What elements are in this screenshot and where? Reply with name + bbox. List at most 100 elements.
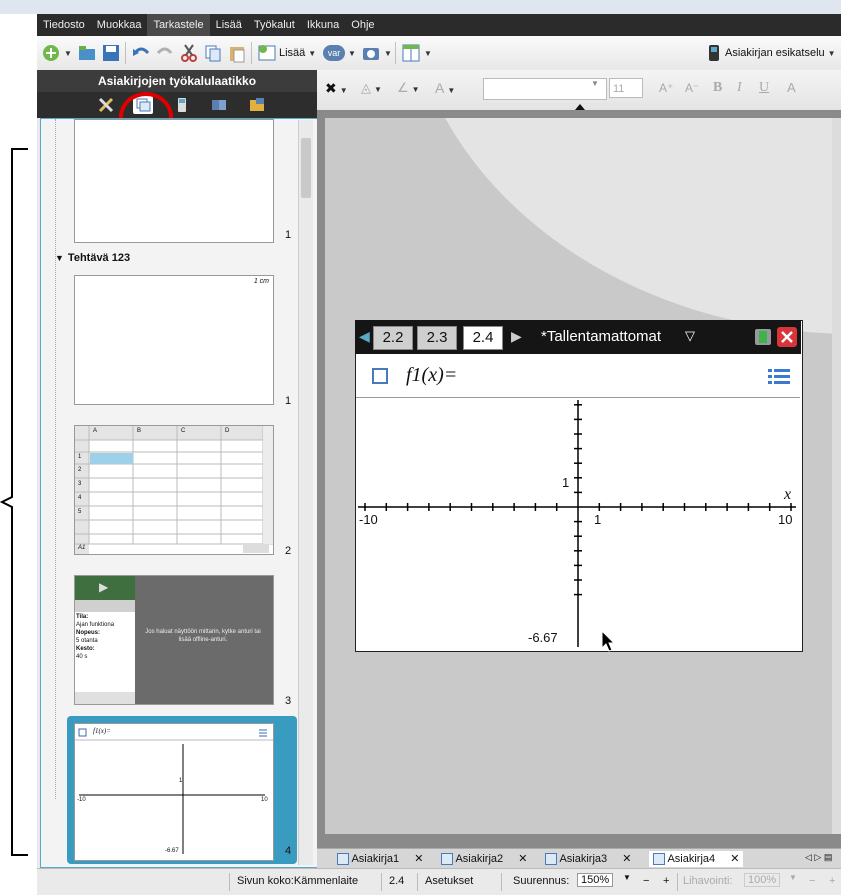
paste-button[interactable]: [227, 43, 247, 63]
tools-menu-button[interactable]: ✖ ▼: [325, 80, 348, 97]
tools-icon: ✖: [325, 80, 337, 96]
page-thumbnail-3[interactable]: ▶ Tila: Ajan funktiona Nopeus: 5 otanta …: [74, 575, 274, 705]
page-thumbnail-2[interactable]: A B C D 1 2 3 4 5 A1: [74, 425, 274, 555]
zoom-in-button[interactable]: +: [663, 875, 669, 887]
menu-item-view[interactable]: Tarkastele: [147, 14, 210, 36]
menu-item-window[interactable]: Ikkuna: [301, 14, 345, 36]
close-tab-icon[interactable]: ✕: [518, 853, 527, 865]
save-button[interactable]: [101, 43, 121, 63]
save-icon: [103, 45, 119, 61]
utilities-tab[interactable]: [247, 96, 267, 114]
screen-capture-button[interactable]: ▼: [361, 43, 392, 63]
page-number: 2: [285, 545, 292, 557]
zoom-out-button[interactable]: −: [643, 875, 649, 887]
format-toolbar: ✖ ▼ ◬ ▼ ∠ ▼ A ▼ ▼ 11 A⁺ A⁻ B I U A: [317, 70, 841, 111]
duration-label: Kesto:: [76, 646, 95, 652]
scrollbar-thumb[interactable]: [301, 138, 311, 198]
canvas-scrollbar[interactable]: [832, 118, 841, 834]
function-input[interactable]: f1(x)=: [406, 364, 457, 387]
close-tab-icon[interactable]: ✕: [730, 853, 739, 865]
font-family-dropdown-icon[interactable]: ▼: [591, 79, 599, 88]
new-document-button[interactable]: ▼: [41, 43, 72, 63]
rate-label: Nopeus:: [76, 630, 100, 636]
font-family-select[interactable]: [483, 78, 607, 100]
font-size-select[interactable]: 11: [609, 78, 643, 98]
row-header: 3: [78, 481, 82, 487]
meter-message: Jos haluat näyttöön mittarin, kytke antu…: [145, 629, 261, 643]
document-preview-button[interactable]: Asiakirjan esikatselu ▼: [709, 43, 836, 63]
close-button[interactable]: [777, 327, 797, 347]
italic-button[interactable]: I: [737, 80, 742, 96]
problem-header[interactable]: ▼ Tehtävä 123: [55, 252, 130, 264]
close-tab-icon[interactable]: ✕: [622, 853, 631, 865]
duration-value: 40 s: [76, 654, 88, 660]
tab-scroll-arrows[interactable]: ◁ ▷ ▤: [805, 852, 832, 863]
menu-item-edit[interactable]: Muokkaa: [91, 14, 148, 36]
spreadsheet-preview: [75, 426, 273, 554]
fill-color-button[interactable]: ◬ ▼: [361, 80, 382, 96]
copy-button[interactable]: [203, 43, 223, 63]
next-page-arrow-icon[interactable]: ▶: [511, 328, 522, 345]
content-explorer-tab[interactable]: [209, 96, 229, 114]
page-layout-button[interactable]: ▼: [401, 43, 432, 63]
bracket-annotation: [0, 148, 28, 856]
font-grow-button[interactable]: A⁺: [659, 81, 673, 95]
font-shrink-button[interactable]: A⁻: [685, 81, 699, 95]
folder-icon: [250, 98, 264, 111]
menu-item-help[interactable]: Ohje: [345, 14, 380, 36]
bold-increase-button[interactable]: +: [829, 875, 835, 887]
underline-button[interactable]: U: [759, 80, 769, 96]
menu-item-insert[interactable]: Lisää: [210, 14, 248, 36]
page-size-status[interactable]: Sivun koko:Kämmenlaite: [237, 875, 358, 887]
page-tab-bar: ◀ 2.2 2.3 2.4 ▶ *Tallentamattomat ▽: [355, 320, 801, 354]
text-color-button[interactable]: A ▼: [435, 80, 455, 96]
tree-line: [55, 119, 57, 799]
menu-item-tools[interactable]: Työkalut: [248, 14, 301, 36]
bold-level-label: Lihavointi:: [683, 875, 733, 887]
page-tab-active[interactable]: 2.4: [463, 326, 503, 350]
emulator-tab[interactable]: [172, 96, 192, 114]
collapse-triangle-icon[interactable]: ▼: [55, 253, 64, 263]
checkbox[interactable]: [372, 368, 388, 384]
function-entry: f1(x)=: [93, 727, 111, 735]
page-sorter-scrollbar[interactable]: [298, 120, 313, 865]
bold-decrease-button[interactable]: −: [809, 875, 815, 887]
document-icon: [653, 853, 665, 866]
prev-page-arrow-icon[interactable]: ◀: [359, 328, 370, 345]
document-tab[interactable]: Asiakirja3 ✕: [545, 851, 631, 867]
status-bar: Sivun koko:Kämmenlaite 2.4 Asetukset Suu…: [37, 868, 841, 895]
menu-item-file[interactable]: Tiedosto: [37, 14, 91, 36]
bold-button[interactable]: B: [713, 80, 722, 96]
function-entry-line[interactable]: f1(x)=: [356, 355, 800, 398]
bold-level-select[interactable]: 100%: [744, 873, 781, 887]
zoom-select[interactable]: 150%: [577, 873, 614, 887]
open-button[interactable]: [77, 43, 97, 63]
superscript-button[interactable]: A: [787, 80, 796, 95]
insert-menu-button[interactable]: Lisää ▼: [257, 43, 316, 63]
page-tab[interactable]: 2.2: [373, 326, 413, 350]
page-tab[interactable]: 2.3: [417, 326, 457, 350]
tools-tab[interactable]: [97, 96, 117, 114]
page-sorter: 1 ▼ Tehtävä 123 1 cm 1 A B C D 1 2 3 4 5…: [40, 118, 318, 868]
line-color-button[interactable]: ∠ ▼: [397, 80, 420, 96]
variables-button[interactable]: var ▼: [323, 43, 356, 63]
list-icon[interactable]: [768, 368, 790, 386]
redo-button[interactable]: [155, 43, 175, 63]
graph-area[interactable]: [356, 398, 800, 649]
cut-button[interactable]: [179, 43, 199, 63]
bold-dropdown-icon[interactable]: ▼: [789, 873, 797, 882]
problem-title: Tehtävä 123: [67, 252, 131, 264]
document-menu-icon[interactable]: ▽: [685, 328, 695, 344]
page-thumbnail-4[interactable]: f1(x)= -10 10 1 -6.67: [74, 723, 274, 861]
close-tab-icon[interactable]: ✕: [414, 853, 423, 865]
zoom-dropdown-icon[interactable]: ▼: [623, 873, 631, 882]
settings-button[interactable]: Asetukset: [425, 875, 473, 887]
zoom-label: Suurennus:: [513, 875, 570, 887]
document-tab[interactable]: Asiakirja1 ✕: [337, 851, 423, 867]
page-thumbnail-1[interactable]: 1 cm: [74, 275, 274, 405]
page-thumbnail[interactable]: [74, 119, 274, 243]
document-tab-active[interactable]: Asiakirja4 ✕: [649, 851, 744, 867]
row-header: 4: [78, 495, 82, 501]
document-tab[interactable]: Asiakirja2 ✕: [441, 851, 527, 867]
undo-button[interactable]: [131, 43, 151, 63]
